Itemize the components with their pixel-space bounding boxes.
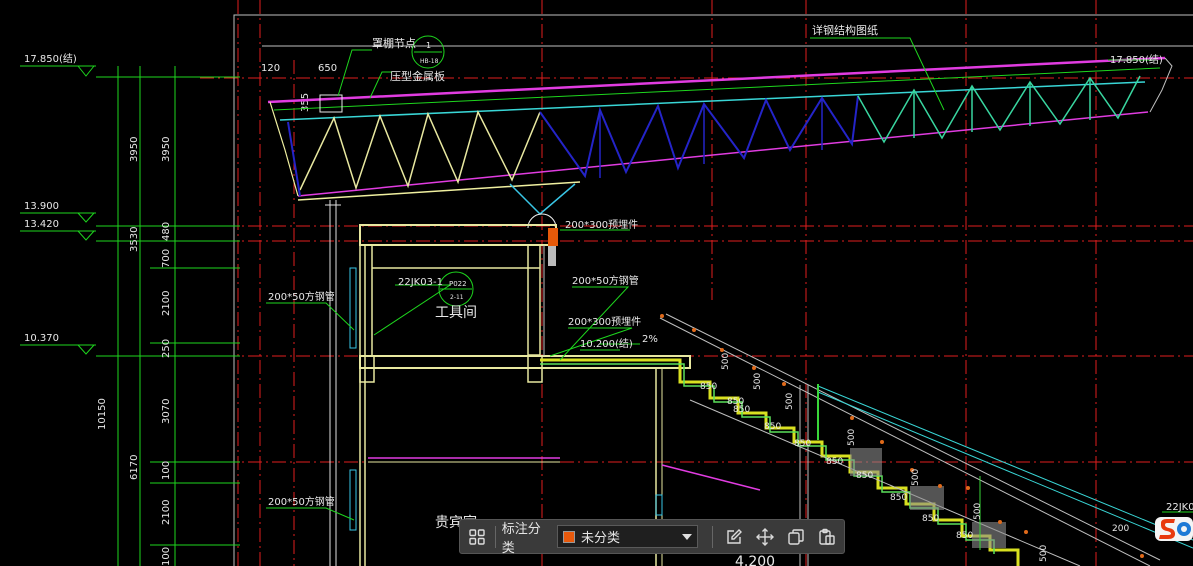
dim-2100b: 2100 bbox=[161, 500, 172, 525]
level-13420: 13.420 bbox=[24, 219, 59, 230]
svg-text:500: 500 bbox=[753, 373, 763, 390]
dim-480: 480 bbox=[161, 222, 172, 241]
embed-label-1: 200*300预埋件 bbox=[565, 219, 638, 231]
tube-left-label-1: 200*50方钢管 bbox=[268, 290, 335, 303]
svg-text:850: 850 bbox=[826, 457, 843, 467]
dim-10150: 10150 bbox=[97, 398, 108, 430]
svg-text:500: 500 bbox=[847, 429, 857, 446]
dim-3070: 3070 bbox=[161, 399, 172, 424]
canopy-node-label: 罩棚节点 bbox=[372, 36, 416, 50]
room-tool-label: 工具间 bbox=[435, 305, 477, 321]
annotation-toolbar: 标注分类 未分类 bbox=[459, 519, 845, 556]
annotation-texts: 罩棚节点 1 HB-18 压型金属板 详钢结构图纸 17.850(结) 200*… bbox=[268, 23, 1193, 566]
level-10370: 10.370 bbox=[24, 333, 59, 344]
svg-text:850: 850 bbox=[733, 405, 750, 415]
svg-text:850: 850 bbox=[922, 514, 939, 524]
bubble2-top: P022 bbox=[449, 280, 467, 288]
svg-text:850: 850 bbox=[890, 493, 907, 503]
copy-icon[interactable] bbox=[785, 525, 808, 549]
edit-icon[interactable] bbox=[723, 525, 746, 549]
svg-text:850: 850 bbox=[700, 382, 717, 392]
svg-text:500: 500 bbox=[785, 393, 795, 410]
dim-250: 250 bbox=[161, 339, 172, 358]
dim-3950b: 3950 bbox=[161, 137, 172, 162]
paste-icon[interactable] bbox=[815, 525, 838, 549]
bubble1-bottom: HB-18 bbox=[420, 58, 439, 65]
chevron-down-icon bbox=[682, 529, 693, 544]
category-color-swatch bbox=[563, 530, 576, 543]
svg-text:850: 850 bbox=[794, 439, 811, 449]
level-13900: 13.900 bbox=[24, 201, 59, 212]
svg-text:850: 850 bbox=[764, 422, 781, 432]
move-icon[interactable] bbox=[754, 525, 777, 549]
toolbar-divider bbox=[494, 525, 496, 548]
dim-100b: 100 bbox=[161, 547, 172, 566]
dim-120: 120 bbox=[261, 63, 280, 74]
level-17850: 17.850(结) bbox=[24, 52, 77, 65]
dim-700: 700 bbox=[161, 249, 172, 268]
dim-6170: 6170 bbox=[129, 455, 140, 480]
dim-2100a: 2100 bbox=[161, 291, 172, 316]
category-dropdown[interactable]: 未分类 bbox=[557, 525, 699, 548]
sogou-ime-icon[interactable] bbox=[1153, 515, 1193, 543]
category-selected-value: 未分类 bbox=[581, 531, 621, 546]
svg-text:850: 850 bbox=[856, 471, 873, 481]
bubble1-top: 1 bbox=[426, 41, 431, 50]
axis-lines bbox=[200, 0, 1193, 566]
profiled-sheet-label: 压型金属板 bbox=[390, 69, 445, 83]
svg-text:500: 500 bbox=[721, 353, 731, 370]
slope-label: 2% bbox=[642, 334, 658, 345]
detail-ref-label: 22JK03-1 bbox=[398, 277, 443, 288]
right-level-label: 17.850(结) bbox=[1110, 53, 1163, 66]
svg-text:850: 850 bbox=[956, 531, 973, 541]
level-bottom-label: 4.200 bbox=[735, 554, 775, 566]
embed-label-2: 200*300预埋件 bbox=[568, 316, 641, 328]
dim-3530: 3530 bbox=[129, 227, 140, 252]
steel-ref-label: 详钢结构图纸 bbox=[812, 23, 878, 37]
dim-100: 100 bbox=[161, 461, 172, 480]
bubble2-bottom: 2-11 bbox=[450, 294, 464, 301]
floor-level-label: 10.200(结) bbox=[580, 337, 633, 350]
category-label: 标注分类 bbox=[501, 521, 541, 556]
tube-label-1: 200*50方钢管 bbox=[572, 274, 639, 287]
tube-left-label-2: 200*50方钢管 bbox=[268, 495, 335, 508]
svg-text:200: 200 bbox=[1112, 524, 1129, 534]
detail-ref-right: 22JK03 bbox=[1166, 502, 1193, 513]
canopy-roof bbox=[267, 56, 1173, 566]
svg-text:500: 500 bbox=[1039, 545, 1049, 562]
grid-icon[interactable] bbox=[466, 525, 489, 549]
dim-3950a: 3950 bbox=[129, 137, 140, 162]
toolbar-divider-2 bbox=[712, 525, 713, 548]
dim-650: 650 bbox=[318, 63, 337, 74]
svg-text:500: 500 bbox=[973, 503, 983, 520]
svg-text:500: 500 bbox=[911, 469, 921, 486]
cad-drawing-canvas[interactable]: 17.850(结) 13.900 13.420 10.370 3950 3950… bbox=[0, 0, 1193, 566]
